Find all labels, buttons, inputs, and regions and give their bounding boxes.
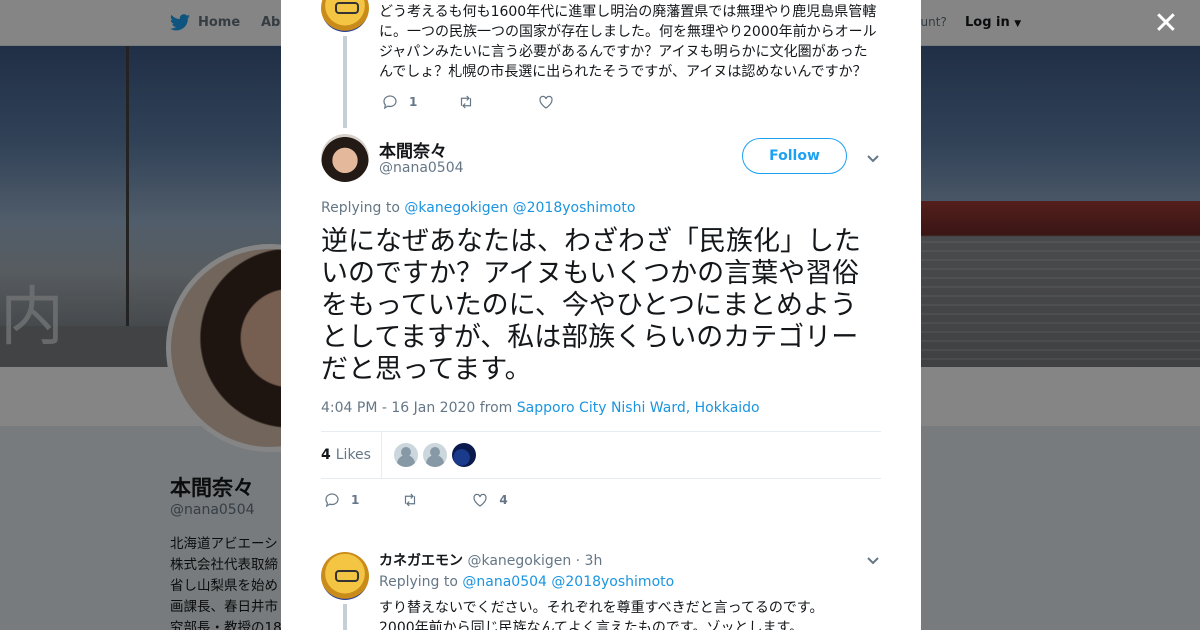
heart-icon [539, 95, 553, 109]
reply-icon [325, 493, 339, 508]
previous-tweet-actions: 1 [381, 93, 583, 111]
main-tweet-author-name[interactable]: 本間奈々 [379, 137, 447, 162]
tweet-stats: 4 Likes [321, 431, 881, 479]
reply-count: 1 [409, 95, 418, 109]
main-tweet-actions: 1 4 [323, 491, 536, 509]
like-button[interactable]: 4 [471, 491, 508, 509]
reply-time[interactable]: · 3h [576, 553, 603, 569]
reply-tweet-header: カネガエモン @kanegokigen · 3h [379, 550, 602, 570]
like-button[interactable] [537, 93, 555, 111]
reply-text-line: 2000年前から同じ民族なんてよく言えたものです。ゾッとします。 [379, 620, 804, 630]
likes-label: Likes [335, 447, 371, 463]
tweet-options-chevron-icon[interactable] [866, 150, 880, 164]
replying-to-line: Replying to @kanegokigen @2018yoshimoto [321, 200, 635, 216]
likers-avatars [393, 443, 476, 467]
retweet-icon [461, 95, 472, 109]
reply-tweet-text: すり替えないでください。それぞれを尊重すべきだと言ってるのです。 2000年前か… [379, 598, 879, 630]
tweet-metadata: 4:04 PM - 16 Jan 2020 from Sapporo City … [321, 400, 760, 416]
mention-link[interactable]: @2018yoshimoto [513, 200, 636, 216]
main-tweet-author-handle[interactable]: @nana0504 [379, 160, 464, 176]
reply-icon [383, 95, 397, 110]
liker-avatar[interactable] [451, 443, 476, 467]
likes-count: 4 [321, 447, 331, 463]
mention-link[interactable]: @2018yoshimoto [551, 574, 674, 590]
tweet-timestamp[interactable]: 4:04 PM - 16 Jan 2020 from [321, 400, 512, 416]
main-tweet-avatar[interactable] [321, 134, 369, 182]
likes-stat[interactable]: 4 Likes [321, 432, 382, 478]
retweet-button[interactable] [457, 93, 475, 111]
reply-tweet-avatar[interactable] [321, 552, 369, 600]
retweet-button[interactable] [401, 491, 419, 509]
previous-tweet-avatar[interactable] [321, 0, 369, 32]
mention-link[interactable]: @nana0504 [462, 574, 547, 590]
reply-text-line: すり替えないでください。それぞれを尊重すべきだと言ってるのです。 [379, 600, 824, 616]
follow-button[interactable]: Follow [742, 138, 847, 174]
retweet-icon [405, 493, 416, 507]
reply-button[interactable]: 1 [381, 93, 417, 111]
heart-icon [473, 493, 487, 507]
tweet-permalink-modal: どう考えるも何も1600年代に進軍し明治の廃藩置県では無理やり鹿児島県管轄に。一… [281, 0, 921, 630]
reply-author-name[interactable]: カネガエモン [379, 553, 463, 569]
thread-connector-line [343, 36, 347, 128]
liker-avatar[interactable] [393, 443, 418, 467]
mention-link[interactable]: @kanegokigen [404, 200, 508, 216]
thread-connector-line [343, 604, 347, 630]
reply-button[interactable]: 1 [323, 491, 359, 509]
reply-options-chevron-icon[interactable] [866, 552, 880, 566]
close-icon[interactable]: ✕ [1152, 9, 1180, 39]
reply-replying-to-line: Replying to @nana0504 @2018yoshimoto [379, 574, 674, 590]
reply-author-handle[interactable]: @kanegokigen [467, 553, 571, 569]
tweet-location-link[interactable]: Sapporo City Nishi Ward, Hokkaido [517, 400, 760, 416]
like-count: 4 [499, 493, 508, 507]
liker-avatar[interactable] [422, 443, 447, 467]
previous-tweet-text: どう考えるも何も1600年代に進軍し明治の廃藩置県では無理やり鹿児島県管轄に。一… [379, 4, 877, 80]
replying-prefix: Replying to [321, 200, 400, 216]
replying-prefix: Replying to [379, 574, 458, 590]
reply-count: 1 [351, 493, 360, 507]
main-tweet-text: 逆になぜあなたは、わざわざ「民族化」したいのですか？アイヌもいくつかの言葉や習俗… [321, 226, 861, 385]
